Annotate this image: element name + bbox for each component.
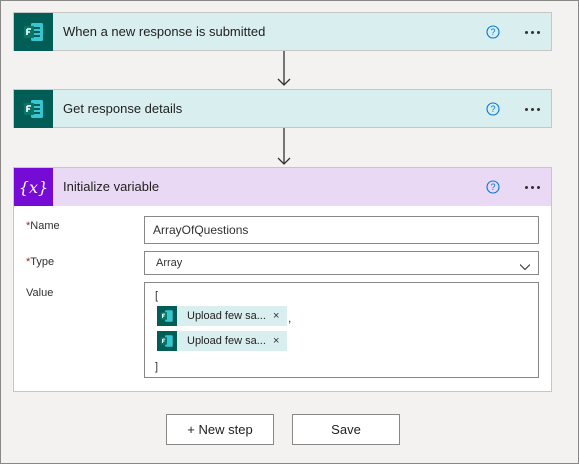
help-icon[interactable]: ? — [486, 102, 500, 116]
token-label: Upload few sa... — [187, 310, 266, 322]
open-bracket: [ — [155, 290, 159, 302]
close-icon[interactable]: × — [273, 331, 279, 351]
dynamic-content-token[interactable]: Upload few sa... × — [157, 306, 287, 326]
forms-icon — [14, 90, 53, 128]
more-options-icon[interactable] — [519, 22, 545, 42]
more-options-icon[interactable] — [519, 99, 545, 119]
value-label: Value — [26, 287, 54, 299]
action-title: Get response details — [63, 101, 183, 116]
separator: , — [288, 311, 292, 325]
variable-icon: {x} — [14, 168, 53, 206]
token-label: Upload few sa... — [187, 335, 266, 347]
forms-icon — [157, 306, 177, 326]
new-step-button[interactable]: + New step — [166, 414, 274, 445]
svg-text:?: ? — [490, 182, 495, 192]
forms-icon — [14, 13, 53, 51]
help-icon[interactable]: ? — [486, 180, 500, 194]
initialize-variable-card: {x} Initialize variable ? *Name ArrayOfQ… — [13, 167, 552, 392]
type-select[interactable]: Array — [144, 251, 539, 275]
forms-icon — [157, 331, 177, 351]
name-input[interactable]: ArrayOfQuestions — [144, 216, 539, 244]
initialize-variable-header[interactable]: {x} Initialize variable ? — [14, 168, 551, 206]
name-label: *Name — [26, 220, 60, 232]
trigger-title: When a new response is submitted — [63, 24, 266, 39]
dynamic-content-token[interactable]: Upload few sa... × — [157, 331, 287, 351]
more-options-icon[interactable] — [519, 177, 545, 197]
svg-text:?: ? — [490, 104, 495, 114]
connector-arrow — [276, 128, 292, 172]
type-label: *Type — [26, 256, 55, 268]
get-response-details-card[interactable]: Get response details ? — [13, 89, 552, 128]
variable-title: Initialize variable — [63, 179, 160, 194]
svg-text:?: ? — [490, 27, 495, 37]
close-bracket: ] — [155, 361, 159, 373]
save-button[interactable]: Save — [292, 414, 400, 445]
trigger-card[interactable]: When a new response is submitted ? — [13, 12, 552, 51]
type-select-value: Array — [156, 257, 183, 269]
connector-arrow — [276, 51, 292, 93]
help-icon[interactable]: ? — [486, 25, 500, 39]
value-input[interactable]: [ Upload few sa... × , Upload few sa... … — [144, 282, 539, 378]
chevron-down-icon — [519, 258, 531, 271]
close-icon[interactable]: × — [273, 306, 279, 326]
